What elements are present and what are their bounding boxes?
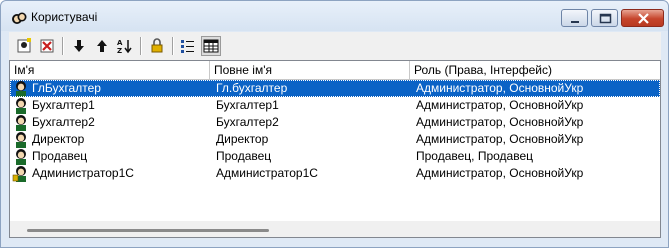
svg-text:A: A <box>117 39 123 47</box>
user-name: Администратор1С <box>32 166 134 180</box>
user-icon <box>12 148 30 165</box>
user-full-name: Гл.бухгалтер <box>216 81 288 95</box>
new-user-button[interactable] <box>14 36 34 56</box>
user-role: Администратор, ОсновнойУкр <box>416 132 584 146</box>
admin-user-icon <box>12 165 30 182</box>
sort-button[interactable]: A Z <box>115 36 135 56</box>
user-full-name: Бухгалтер2 <box>216 115 279 129</box>
user-icon <box>12 80 30 97</box>
user-name: Продавец <box>32 149 88 163</box>
user-name: Бухгалтер2 <box>32 115 95 129</box>
table-row[interactable]: Бухгалтер2 Бухгалтер2 Администратор, Осн… <box>10 114 660 131</box>
window-title: Користувачі <box>31 10 98 24</box>
user-name: ГлБухгалтер <box>32 81 101 95</box>
user-role: Администратор, ОсновнойУкр <box>416 166 584 180</box>
user-name: Бухгалтер1 <box>32 98 95 112</box>
new-user-icon <box>17 38 31 53</box>
svg-text:Z: Z <box>117 47 122 55</box>
scrollbar-thumb[interactable] <box>27 229 269 232</box>
user-role: Продавец, Продавец <box>416 149 534 163</box>
user-role: Администратор, ОсновнойУкр <box>416 98 584 112</box>
table-row[interactable]: Бухгалтер1 Бухгалтер1 Администратор, Осн… <box>10 97 660 114</box>
user-name: Директор <box>32 132 85 146</box>
close-button[interactable] <box>621 9 664 27</box>
move-down-button[interactable] <box>69 36 89 56</box>
move-up-button[interactable] <box>92 36 112 56</box>
delete-user-icon <box>40 39 54 53</box>
table-view-button[interactable] <box>201 36 221 56</box>
user-full-name: Бухгалтер1 <box>216 98 279 112</box>
column-header-role[interactable]: Роль (Права, Інтерфейс) <box>410 61 660 79</box>
table-row[interactable]: Администратор1С Администратор1С Админист… <box>10 165 660 182</box>
toolbar: A Z <box>9 32 661 60</box>
user-full-name: Директор <box>216 132 269 146</box>
user-icon <box>12 114 30 131</box>
users-window: Користувачі A Z Ім'я Повне ім'я Роль (Пр… <box>0 0 669 248</box>
user-icon <box>12 97 30 114</box>
user-role: Администратор, ОсновнойУкр <box>416 115 584 129</box>
arrow-up-icon <box>97 40 107 52</box>
toolbar-separator <box>140 37 142 55</box>
column-header-name[interactable]: Ім'я <box>10 61 210 79</box>
table-row[interactable]: Продавец Продавец Продавец, Продавец <box>10 148 660 165</box>
table-view-icon <box>203 39 219 53</box>
delete-user-button[interactable] <box>37 36 57 56</box>
table-row[interactable]: ГлБухгалтер Гл.бухгалтер Администратор, … <box>10 80 660 97</box>
user-icon <box>12 131 30 148</box>
minimize-button[interactable] <box>561 9 588 27</box>
toolbar-separator <box>62 37 64 55</box>
users-app-icon <box>11 11 27 25</box>
table-row[interactable]: Директор Директор Администратор, Основно… <box>10 131 660 148</box>
arrow-down-icon <box>74 40 84 52</box>
maximize-button[interactable] <box>591 9 618 27</box>
user-role: Администратор, ОсновнойУкр <box>416 81 584 95</box>
list-header: Ім'я Повне ім'я Роль (Права, Інтерфейс) <box>10 61 660 80</box>
user-full-name: Администратор1С <box>216 166 318 180</box>
horizontal-scrollbar[interactable] <box>10 221 660 237</box>
lock-button[interactable] <box>147 36 167 56</box>
title-bar[interactable]: Користувачі <box>1 1 668 31</box>
lock-icon <box>151 38 163 53</box>
users-list[interactable]: Ім'я Повне ім'я Роль (Права, Інтерфейс) … <box>9 60 661 238</box>
sort-az-icon: A Z <box>117 39 132 55</box>
user-full-name: Продавец <box>216 149 272 163</box>
toolbar-separator <box>172 37 174 55</box>
list-view-icon <box>181 40 194 53</box>
column-header-full-name[interactable]: Повне ім'я <box>210 61 410 79</box>
list-view-button[interactable] <box>178 36 198 56</box>
